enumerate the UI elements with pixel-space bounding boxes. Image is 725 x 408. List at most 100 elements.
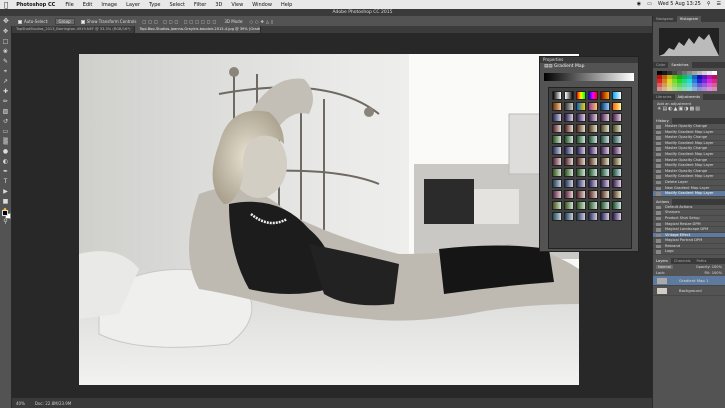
tab-libraries[interactable]: Libraries bbox=[653, 94, 675, 100]
menu-window[interactable]: Window bbox=[252, 2, 272, 8]
properties-panel[interactable]: Properties ▤▤ Gradient Map bbox=[539, 56, 639, 252]
gradient-preset-swatch[interactable] bbox=[600, 168, 610, 177]
quick-select-tool-icon[interactable]: ✎ bbox=[2, 58, 10, 66]
gradient-preset-swatch[interactable] bbox=[576, 168, 586, 177]
gradient-preset-swatch[interactable] bbox=[552, 113, 562, 122]
gradient-preset-swatch[interactable] bbox=[612, 135, 622, 144]
brush-tool-icon[interactable]: ✏ bbox=[2, 98, 10, 106]
layer-gradient-map[interactable]: Gradient Map 1 bbox=[653, 276, 725, 287]
layer-background[interactable]: Background bbox=[653, 286, 725, 297]
gradient-preview-bar[interactable] bbox=[544, 73, 634, 81]
doc-size[interactable]: Doc: 22.8M/23.9M bbox=[35, 401, 71, 406]
gradient-preset-swatch[interactable] bbox=[564, 113, 574, 122]
menu-edit[interactable]: Edit bbox=[83, 2, 93, 8]
show-transform-checkbox[interactable]: Show Transform Controls bbox=[80, 19, 136, 24]
fill-value[interactable]: 100% bbox=[712, 271, 722, 275]
clock[interactable]: Wed 5 Aug 13:25 bbox=[658, 1, 701, 7]
gradient-preset-swatch[interactable] bbox=[612, 146, 622, 155]
gradient-preset-swatch[interactable] bbox=[588, 124, 598, 133]
menu-3d[interactable]: 3D bbox=[215, 2, 222, 8]
gradient-preset-swatch[interactable] bbox=[576, 146, 586, 155]
gradient-preset-swatch[interactable] bbox=[588, 91, 598, 100]
move-tool-icon[interactable]: ✥ bbox=[2, 28, 10, 36]
menu-type[interactable]: Type bbox=[149, 2, 160, 8]
document-tab-2[interactable]: Topi-Boo-Studios-Joanna-Grayiris-boudoir… bbox=[135, 26, 262, 33]
gradient-preset-swatch[interactable] bbox=[552, 146, 562, 155]
gradient-preset-swatch[interactable] bbox=[600, 113, 610, 122]
gradient-preset-swatch[interactable] bbox=[576, 212, 586, 221]
gradient-preset-swatch[interactable] bbox=[588, 212, 598, 221]
gradient-preset-swatch[interactable] bbox=[552, 102, 562, 111]
gradient-preset-swatch[interactable] bbox=[588, 190, 598, 199]
gradient-preset-swatch[interactable] bbox=[588, 179, 598, 188]
zoom-tool-icon[interactable]: ⚲ bbox=[2, 218, 10, 226]
pen-tool-icon[interactable]: ✒ bbox=[2, 168, 10, 176]
gradient-preset-swatch[interactable] bbox=[576, 113, 586, 122]
gradient-preset-swatch[interactable] bbox=[564, 212, 574, 221]
gradient-preset-swatch[interactable] bbox=[576, 157, 586, 166]
gradient-preset-swatch[interactable] bbox=[564, 190, 574, 199]
photo-canvas[interactable] bbox=[79, 54, 579, 385]
gradient-preset-swatch[interactable] bbox=[564, 135, 574, 144]
gradient-preset-swatch[interactable] bbox=[600, 102, 610, 111]
gradient-preset-swatch[interactable] bbox=[552, 168, 562, 177]
gradient-preset-swatch[interactable] bbox=[600, 201, 610, 210]
gradient-preset-swatch[interactable] bbox=[588, 135, 598, 144]
gradient-preset-swatch[interactable] bbox=[564, 201, 574, 210]
gradient-preset-swatch[interactable] bbox=[588, 157, 598, 166]
align-icons[interactable]: □□□ □□□ □□□□□□ bbox=[142, 19, 218, 24]
stamp-tool-icon[interactable]: ▨ bbox=[2, 108, 10, 116]
gradient-preset-swatch[interactable] bbox=[600, 124, 610, 133]
battery-icon[interactable]: ▭ bbox=[647, 1, 652, 7]
gradient-preset-swatch[interactable] bbox=[576, 135, 586, 144]
gradient-tool-icon[interactable]: ▒ bbox=[2, 138, 10, 146]
menu-filter[interactable]: Filter bbox=[194, 2, 206, 8]
gradient-preset-swatch[interactable] bbox=[600, 91, 610, 100]
action-item[interactable]: Logo bbox=[653, 249, 725, 256]
gradient-preset-swatch[interactable] bbox=[552, 201, 562, 210]
menu-image[interactable]: Image bbox=[101, 2, 117, 8]
gradient-preset-swatch[interactable] bbox=[600, 212, 610, 221]
type-tool-icon[interactable]: T bbox=[2, 178, 10, 186]
gradient-preset-swatch[interactable] bbox=[612, 168, 622, 177]
gradient-preset-swatch[interactable] bbox=[588, 201, 598, 210]
gradient-preset-swatch[interactable] bbox=[588, 102, 598, 111]
gradient-preset-swatch[interactable] bbox=[552, 212, 562, 221]
tab-channels[interactable]: Channels bbox=[671, 258, 694, 264]
gradient-preset-swatch[interactable] bbox=[612, 102, 622, 111]
swatches-grid[interactable] bbox=[653, 68, 725, 94]
menu-view[interactable]: View bbox=[231, 2, 243, 8]
gradient-preset-swatch[interactable] bbox=[600, 179, 610, 188]
eraser-tool-icon[interactable]: ▭ bbox=[2, 128, 10, 136]
gradient-preset-swatch[interactable] bbox=[588, 168, 598, 177]
gradient-preset-swatch[interactable] bbox=[612, 212, 622, 221]
opacity-value[interactable]: 100% bbox=[712, 265, 722, 269]
gradient-preset-swatch[interactable] bbox=[600, 135, 610, 144]
auto-select-dropdown[interactable]: Group bbox=[54, 17, 75, 25]
gradient-preset-swatch[interactable] bbox=[552, 179, 562, 188]
3d-mode-icons[interactable]: ○○✥△▯ bbox=[250, 19, 276, 24]
menu-layer[interactable]: Layer bbox=[126, 2, 140, 8]
gradient-preset-swatch[interactable] bbox=[564, 146, 574, 155]
gradient-preset-swatch[interactable] bbox=[588, 146, 598, 155]
gradient-preset-swatch[interactable] bbox=[612, 179, 622, 188]
adjustment-icons[interactable]: ☀▤◐▲▣◑▩▧ bbox=[657, 106, 721, 112]
document-tab-1[interactable]: TopShotStudios_2013_Barrington-4919.NEF … bbox=[12, 26, 136, 33]
gradient-preset-swatch[interactable] bbox=[564, 91, 574, 100]
gradient-preset-swatch[interactable] bbox=[564, 102, 574, 111]
gradient-preset-swatch[interactable] bbox=[576, 91, 586, 100]
gradient-preset-swatch[interactable] bbox=[552, 157, 562, 166]
healing-tool-icon[interactable]: ✚ bbox=[2, 88, 10, 96]
menu-file[interactable]: File bbox=[65, 2, 73, 8]
tab-color[interactable]: Color bbox=[653, 62, 668, 68]
gradient-preset-swatch[interactable] bbox=[576, 102, 586, 111]
menu-select[interactable]: Select bbox=[170, 2, 185, 8]
gradient-preset-swatch[interactable] bbox=[612, 113, 622, 122]
tab-paths[interactable]: Paths bbox=[694, 258, 710, 264]
marquee-tool-icon[interactable]: □ bbox=[2, 38, 10, 46]
gradient-preset-swatch[interactable] bbox=[576, 124, 586, 133]
shape-tool-icon[interactable]: ■ bbox=[2, 198, 10, 206]
dodge-tool-icon[interactable]: ◐ bbox=[2, 158, 10, 166]
gradient-preset-swatch[interactable] bbox=[552, 190, 562, 199]
gradient-preset-swatch[interactable] bbox=[600, 157, 610, 166]
